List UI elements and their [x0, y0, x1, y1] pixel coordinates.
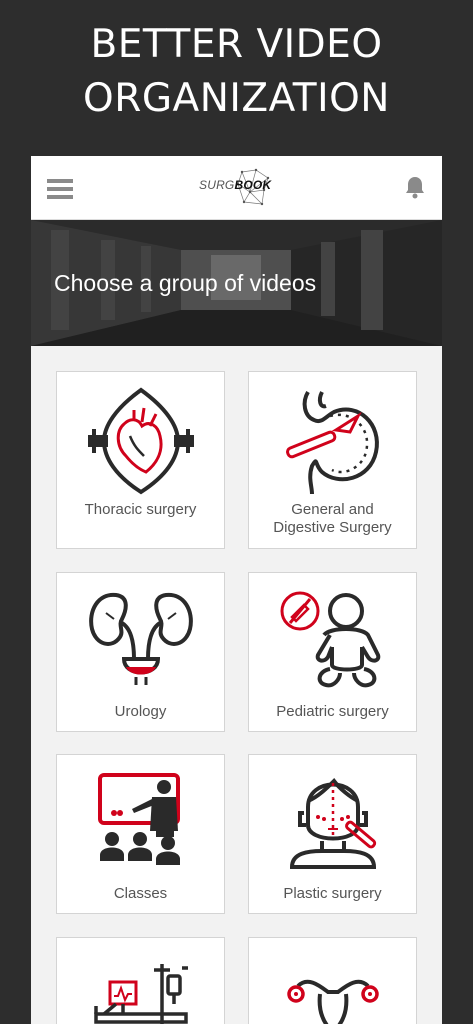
- group-label: Classes: [113, 885, 168, 902]
- hospital-bed-monitor-icon: [57, 960, 224, 1024]
- group-card-general-digestive-surgery[interactable]: General and Digestive Surgery: [248, 371, 417, 549]
- hero-title: Choose a group of videos: [54, 270, 317, 296]
- hamburger-menu-icon[interactable]: [47, 179, 73, 199]
- group-label: Thoracic surgery: [84, 501, 197, 518]
- group-card-8[interactable]: [248, 937, 417, 1024]
- group-card-urology[interactable]: Urology: [56, 572, 225, 732]
- baby-icon: [249, 589, 416, 693]
- group-label: Plastic surgery: [283, 885, 382, 902]
- group-card-thoracic-surgery[interactable]: Thoracic surgery: [56, 371, 225, 549]
- kidneys-icon: [57, 589, 224, 689]
- heart-icon: [57, 386, 224, 496]
- face-incision-icon: [249, 767, 416, 875]
- group-label: Urology: [114, 703, 167, 720]
- surgbook-logo: SURGBOOK: [196, 168, 276, 208]
- app-header: SURGBOOK: [31, 156, 442, 220]
- promo-title-line-2: ORGANIZATION: [83, 76, 390, 121]
- bell-icon[interactable]: [404, 175, 426, 199]
- logo-text: SURGBOOK: [199, 178, 272, 192]
- promo-title: BETTER VIDEO ORGANIZATION: [0, 18, 473, 126]
- group-label: General and Digestive Surgery: [273, 501, 392, 536]
- group-card-pediatric-surgery[interactable]: Pediatric surgery: [248, 572, 417, 732]
- group-card-classes[interactable]: Classes: [56, 754, 225, 914]
- hero-banner: Choose a group of videos: [31, 220, 442, 346]
- group-card-plastic-surgery[interactable]: Plastic surgery: [248, 754, 417, 914]
- promo-title-line-1: BETTER VIDEO: [90, 22, 383, 67]
- stomach-scalpel-icon: [249, 386, 416, 496]
- classroom-icon: [57, 769, 224, 873]
- uterus-icon: [249, 972, 416, 1024]
- group-label: Pediatric surgery: [276, 703, 389, 720]
- group-card-7[interactable]: [56, 937, 225, 1024]
- app-screen: SURGBOOK Choose a group of videos Thorac…: [31, 156, 442, 1024]
